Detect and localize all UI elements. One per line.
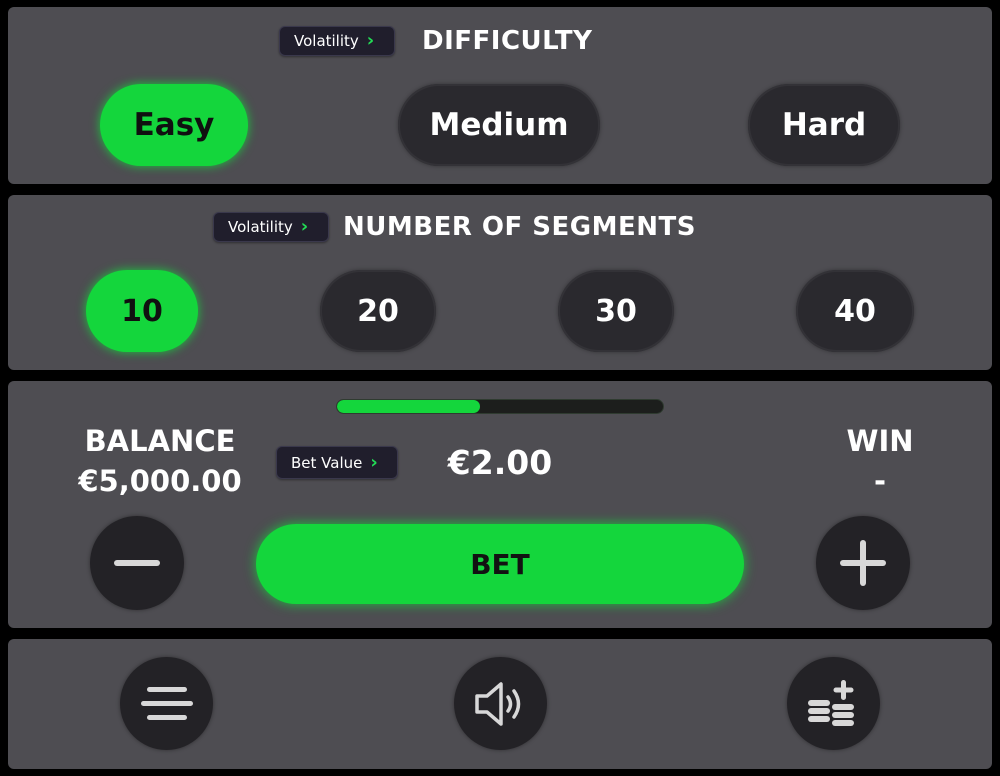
segments-30-button[interactable]: 30	[558, 270, 674, 352]
difficulty-title: DIFFICULTY	[422, 26, 593, 56]
speaker-icon	[474, 681, 520, 726]
bet-value-tag-label: Bet Value	[291, 453, 363, 472]
segments-tag-label: Volatility	[228, 218, 293, 236]
balance-label: BALANCE	[84, 424, 236, 458]
chevron-right-icon: ›	[300, 216, 309, 237]
difficulty-hard-button[interactable]: Hard	[748, 84, 900, 166]
balance-value: €5,000.00	[78, 464, 242, 498]
bet-value: €2.00	[447, 443, 553, 482]
segments-title: NUMBER OF SEGMENTS	[343, 212, 696, 242]
sound-button[interactable]	[454, 657, 547, 750]
difficulty-medium-label: Medium	[429, 107, 569, 143]
add-coins-button[interactable]	[787, 657, 880, 750]
difficulty-medium-button[interactable]: Medium	[398, 84, 600, 166]
win-value: -	[873, 464, 887, 498]
chevron-right-icon: ›	[366, 30, 375, 51]
segments-40-label: 40	[834, 293, 876, 329]
bet-progress-bar	[337, 400, 663, 413]
bet-button[interactable]: BET	[256, 524, 744, 604]
difficulty-easy-button[interactable]: Easy	[100, 84, 248, 166]
difficulty-easy-label: Easy	[133, 107, 215, 143]
chevron-right-icon: ›	[370, 451, 378, 473]
volatility-tag-label: Volatility	[294, 32, 359, 50]
bet-value-tag[interactable]: Bet Value ›	[276, 446, 398, 479]
segments-20-button[interactable]: 20	[320, 270, 436, 352]
segments-30-label: 30	[595, 293, 637, 329]
win-label: WIN	[846, 424, 914, 458]
segments-40-button[interactable]: 40	[796, 270, 914, 352]
plus-icon	[840, 540, 886, 586]
menu-icon	[140, 686, 193, 720]
segments-10-label: 10	[121, 293, 163, 329]
difficulty-hard-label: Hard	[781, 107, 867, 143]
segments-20-label: 20	[357, 293, 399, 329]
bet-button-label: BET	[470, 547, 530, 581]
coins-plus-icon	[807, 679, 854, 726]
segments-volatility-tag[interactable]: Volatility ›	[213, 212, 329, 242]
decrease-bet-button[interactable]	[90, 516, 184, 610]
menu-button[interactable]	[120, 657, 213, 750]
increase-bet-button[interactable]	[816, 516, 910, 610]
bet-progress-fill	[337, 400, 481, 413]
segments-10-button[interactable]: 10	[86, 270, 198, 352]
minus-icon	[114, 560, 160, 566]
volatility-info-tag[interactable]: Volatility ›	[279, 26, 395, 56]
